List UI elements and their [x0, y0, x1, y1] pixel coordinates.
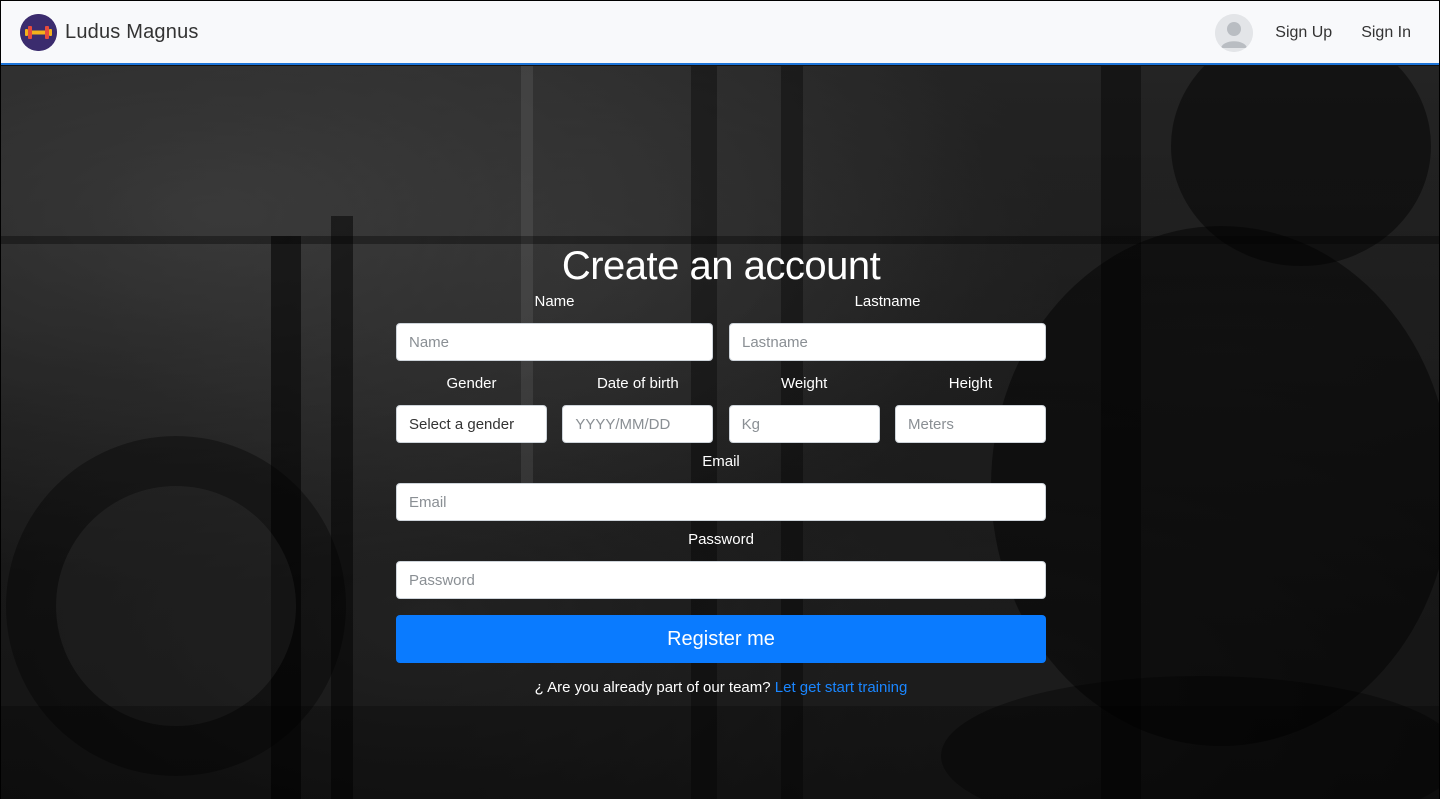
signin-prompt: ¿ Are you already part of our team? Let …	[396, 679, 1046, 696]
nav-right: Sign Up Sign In	[1215, 14, 1411, 52]
name-row: Name Lastname	[396, 291, 1046, 361]
dob-label: Date of birth	[596, 375, 679, 392]
name-input[interactable]	[396, 323, 713, 361]
password-label: Password	[688, 531, 754, 548]
signin-prompt-text: ¿ Are you already part of our team?	[534, 679, 771, 696]
email-input[interactable]	[396, 483, 1046, 521]
details-row: Gender Select a gender Date of birth Wei…	[396, 373, 1046, 443]
weight-input[interactable]	[728, 405, 880, 443]
height-label: Height	[948, 375, 993, 392]
password-input[interactable]	[396, 561, 1046, 599]
register-button[interactable]: Register me	[396, 615, 1046, 663]
email-label: Email	[702, 453, 740, 470]
brand[interactable]: Ludus Magnus	[20, 14, 199, 51]
weight-label: Weight	[780, 375, 828, 392]
height-input[interactable]	[894, 405, 1046, 443]
gender-select[interactable]: Select a gender	[396, 405, 547, 443]
signin-link[interactable]: Sign In	[1361, 24, 1411, 42]
form-title: Create an account	[561, 244, 881, 288]
page: Ludus Magnus Sign Up Sign In Create an a…	[0, 0, 1440, 799]
register-form: Create an account Name Lastname Gender S…	[396, 241, 1046, 696]
signin-prompt-link[interactable]: Let get start training	[775, 679, 908, 696]
navbar: Ludus Magnus Sign Up Sign In	[1, 1, 1439, 65]
name-label: Name	[534, 293, 575, 310]
hero-background: Create an account Name Lastname Gender S…	[1, 66, 1439, 799]
lastname-input[interactable]	[729, 323, 1046, 361]
brand-name: Ludus Magnus	[65, 21, 199, 43]
dob-input[interactable]	[562, 405, 714, 443]
email-group: Email	[396, 451, 1046, 521]
password-group: Password	[396, 529, 1046, 599]
gender-label: Gender	[446, 375, 497, 392]
dumbbell-icon	[20, 14, 57, 51]
lastname-label: Lastname	[854, 293, 921, 310]
signup-link[interactable]: Sign Up	[1275, 24, 1332, 42]
user-avatar-icon[interactable]	[1215, 14, 1254, 52]
